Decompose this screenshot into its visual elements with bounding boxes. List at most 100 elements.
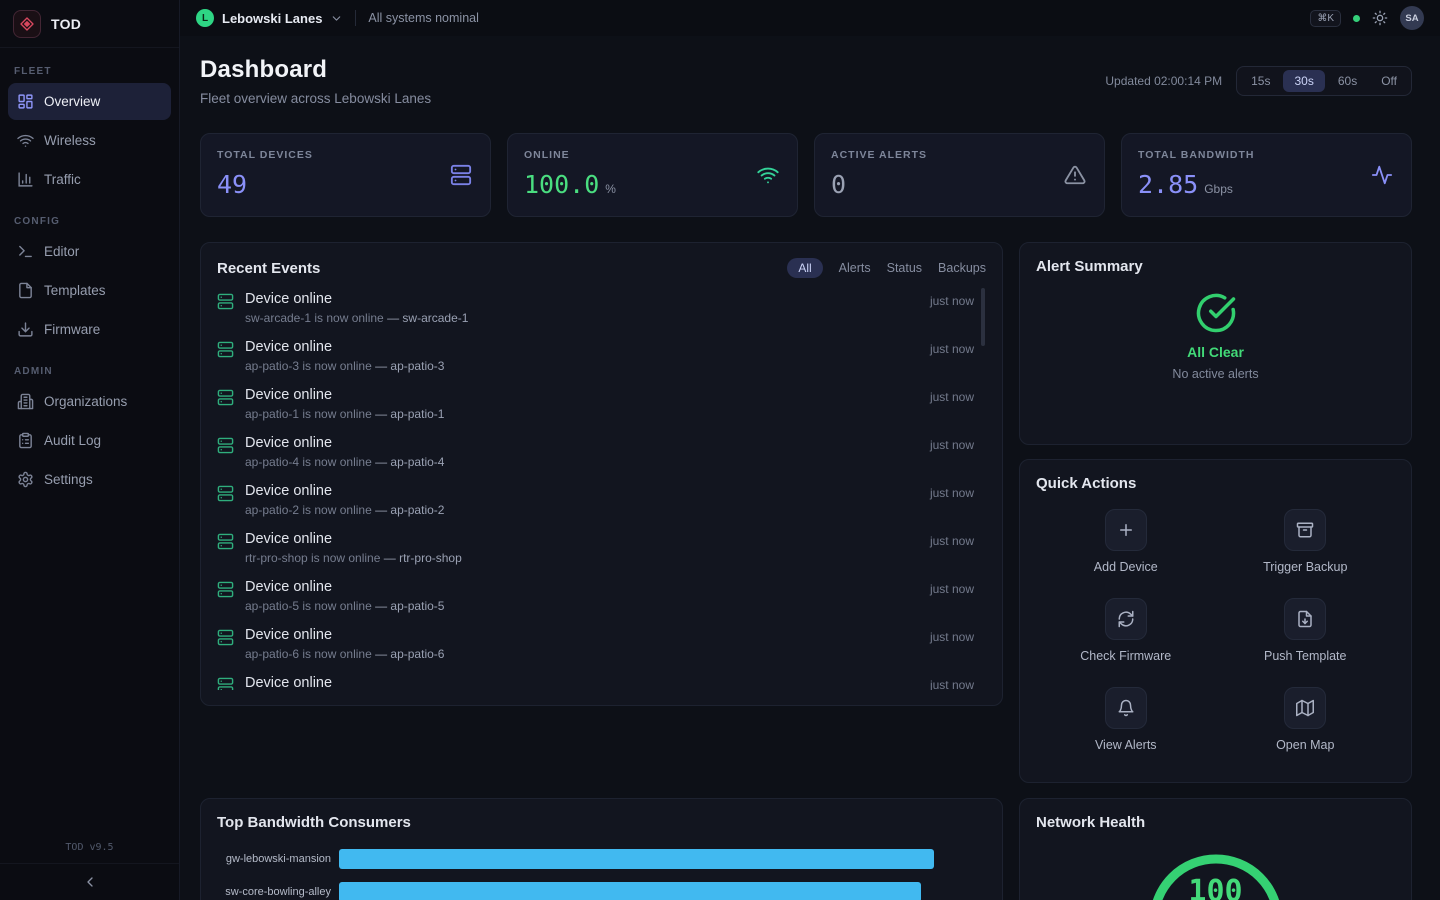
org-avatar: L <box>196 9 214 27</box>
terminal-icon <box>17 243 34 260</box>
app-name: TOD <box>51 16 81 32</box>
nav-section-admin: ADMIN <box>14 366 165 377</box>
top-bandwidth-title: Top Bandwidth Consumers <box>217 814 411 831</box>
recent-events-card: Recent Events All Alerts Status Backups … <box>200 242 1003 706</box>
sidebar-nav: FLEET Overview Wireless Traffic CONFIG E… <box>0 48 179 500</box>
stat-card-active-alerts: ACTIVE ALERTS 0 <box>814 133 1105 217</box>
top-bandwidth-card: Top Bandwidth Consumers gw-lebowski-mans… <box>200 798 1003 900</box>
stat-card-online: ONLINE 100.0 % <box>507 133 798 217</box>
event-title: Device online <box>245 675 922 690</box>
refresh-option-60s[interactable]: 60s <box>1327 70 1368 92</box>
sidebar-item-traffic[interactable]: Traffic <box>8 161 171 198</box>
quick-action-label: Add Device <box>1094 560 1158 574</box>
event-list-item: Device online ap-patio-4 is now online —… <box>217 428 986 476</box>
event-title: Device online <box>245 387 922 403</box>
event-list-item: Device online ap-patio-5 is now online —… <box>217 572 986 620</box>
event-title: Device online <box>245 291 922 307</box>
sidebar-item-wireless[interactable]: Wireless <box>8 122 171 159</box>
sidebar-item-label: Overview <box>44 94 100 109</box>
file-arrow-icon <box>1284 598 1326 640</box>
event-device: — rtr-pro-shop <box>380 551 461 565</box>
wifi-icon <box>757 164 779 186</box>
user-avatar[interactable]: SA <box>1400 6 1424 30</box>
event-filters: All Alerts Status Backups <box>787 258 986 278</box>
server-icon <box>217 629 234 646</box>
nav-section-config: CONFIG <box>14 216 165 227</box>
sidebar-item-label: Templates <box>44 283 106 298</box>
refresh-option-30s[interactable]: 30s <box>1283 70 1324 92</box>
event-desc: ap-patio-2 is now online <box>245 503 372 517</box>
sidebar-item-overview[interactable]: Overview <box>8 83 171 120</box>
bandwidth-row: sw-core-bowling-alley <box>217 882 986 900</box>
quick-action-push-template[interactable]: Push Template <box>1216 598 1396 687</box>
command-palette-shortcut[interactable]: ⌘K <box>1310 10 1341 27</box>
sidebar-item-label: Editor <box>44 244 79 259</box>
sidebar-item-label: Settings <box>44 472 93 487</box>
event-title: Device online <box>245 627 922 643</box>
sidebar-item-templates[interactable]: Templates <box>8 272 171 309</box>
quick-action-view-alerts[interactable]: View Alerts <box>1036 687 1216 776</box>
wifi-icon <box>17 132 34 149</box>
stat-card-total-devices: TOTAL DEVICES 49 <box>200 133 491 217</box>
stat-value: 49 <box>217 170 247 199</box>
filter-backups[interactable]: Backups <box>938 261 986 275</box>
event-desc: ap-patio-4 is now online <box>245 455 372 469</box>
quick-action-open-map[interactable]: Open Map <box>1216 687 1396 776</box>
events-scrollbar-thumb[interactable] <box>981 288 985 346</box>
server-icon <box>450 164 472 186</box>
alert-summary-title: Alert Summary <box>1036 258 1143 275</box>
app-logo-icon <box>13 10 41 38</box>
event-title: Device online <box>245 483 922 499</box>
event-device: — sw-arcade-1 <box>384 311 469 325</box>
filter-all[interactable]: All <box>787 258 822 278</box>
quick-action-add-device[interactable]: Add Device <box>1036 509 1216 598</box>
refresh-option-15s[interactable]: 15s <box>1240 70 1281 92</box>
bandwidth-track <box>339 882 986 900</box>
filter-alerts[interactable]: Alerts <box>839 261 871 275</box>
refresh-option-off[interactable]: Off <box>1370 70 1408 92</box>
download-icon <box>17 321 34 338</box>
sidebar-item-editor[interactable]: Editor <box>8 233 171 270</box>
org-name: Lebowski Lanes <box>222 11 322 26</box>
event-desc: ap-patio-3 is now online <box>245 359 372 373</box>
filter-status[interactable]: Status <box>887 261 922 275</box>
quick-action-label: View Alerts <box>1095 738 1157 752</box>
quick-actions-card: Quick Actions Add Device Trigger Backup <box>1019 459 1412 783</box>
app-version: TOD v9.5 <box>0 842 179 853</box>
sidebar-item-firmware[interactable]: Firmware <box>8 311 171 348</box>
event-description: ap-patio-4 is now online — ap-patio-4 <box>245 455 922 469</box>
sidebar-item-label: Audit Log <box>44 433 101 448</box>
sidebar-item-organizations[interactable]: Organizations <box>8 383 171 420</box>
page-subtitle: Fleet overview across Lebowski Lanes <box>200 91 431 106</box>
stats-row: TOTAL DEVICES 49 ONLINE 100.0 % ACTIVE A… <box>200 133 1412 217</box>
bandwidth-label: sw-core-bowling-alley <box>217 886 331 898</box>
event-description: ap-patio-6 is now online — ap-patio-6 <box>245 647 922 661</box>
file-icon <box>17 282 34 299</box>
refresh-icon <box>1105 598 1147 640</box>
sidebar-item-settings[interactable]: Settings <box>8 461 171 498</box>
event-time: just now <box>922 387 986 404</box>
event-time: just now <box>922 675 986 690</box>
event-description: ap-patio-5 is now online — ap-patio-5 <box>245 599 922 613</box>
event-description: ap-patio-3 is now online — ap-patio-3 <box>245 359 922 373</box>
plus-icon <box>1105 509 1147 551</box>
bell-icon <box>1105 687 1147 729</box>
sun-icon[interactable] <box>1372 10 1388 26</box>
stat-card-total-bandwidth: TOTAL BANDWIDTH 2.85 Gbps <box>1121 133 1412 217</box>
event-device: — ap-patio-2 <box>372 503 445 517</box>
events-list: Device online sw-arcade-1 is now online … <box>217 284 986 690</box>
sidebar-collapse-button[interactable] <box>0 863 179 900</box>
event-device: — ap-patio-4 <box>372 455 445 469</box>
event-title: Device online <box>245 435 922 451</box>
quick-action-check-firmware[interactable]: Check Firmware <box>1036 598 1216 687</box>
stat-label: ONLINE <box>524 149 781 161</box>
quick-action-label: Open Map <box>1276 738 1334 752</box>
server-icon <box>217 677 234 690</box>
server-icon <box>217 581 234 598</box>
sidebar-item-audit-log[interactable]: Audit Log <box>8 422 171 459</box>
server-icon <box>217 485 234 502</box>
stat-label: ACTIVE ALERTS <box>831 149 1088 161</box>
quick-action-trigger-backup[interactable]: Trigger Backup <box>1216 509 1396 598</box>
check-circle-icon <box>1195 292 1237 334</box>
org-switcher[interactable]: L Lebowski Lanes <box>196 9 343 27</box>
